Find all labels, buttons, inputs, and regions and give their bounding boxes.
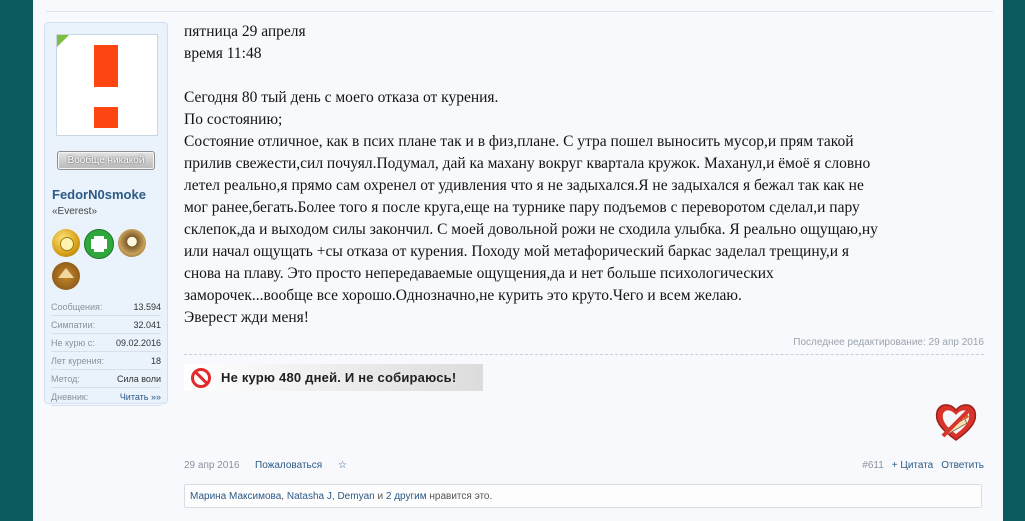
post-date[interactable]: 29 апр 2016 — [184, 460, 239, 471]
username-link[interactable]: FedorN0smoke — [52, 187, 146, 202]
post-line: заморочек...вообще все хорошо.Однозначно… — [184, 287, 742, 304]
avatar-exclamation-dot — [94, 107, 118, 128]
post-line: прилив свежести,сил почуял.Подумал, дай … — [184, 155, 871, 172]
no-smoking-icon — [191, 367, 211, 388]
likes-summary: Марина Максимова, Natasha J, Demyan и 2 … — [184, 484, 982, 508]
stat-value: Сила воли — [116, 373, 161, 384]
star-icon[interactable]: ☆ — [338, 460, 347, 471]
post-container: Вообще никакой FedorN0smoke «Everest» Со… — [33, 0, 1003, 521]
post-line: снова на плаву. Это просто непередаваемы… — [184, 265, 774, 282]
status-button[interactable]: Вообще никакой — [57, 151, 155, 170]
stat-likes: Симпатии: 32.041 — [51, 316, 161, 334]
mountain-badge-icon[interactable] — [52, 262, 80, 290]
post-line: По состоянию; — [184, 111, 283, 128]
stat-value: 13.594 — [133, 301, 161, 312]
likes-and: и — [374, 491, 386, 502]
post-line: время 11:48 — [184, 45, 262, 62]
post-line: мог ранее,бегать.Более того я после круг… — [184, 199, 860, 216]
liker-link[interactable]: Demyan — [337, 491, 374, 502]
stat-messages: Сообщения: 13.594 — [51, 298, 161, 316]
signature-text: Не курю 480 дней. И не собираюсь! — [221, 370, 457, 385]
medical-cross-icon[interactable] — [84, 229, 114, 259]
last-edited: Последнее редактирование: 29 апр 2016 — [793, 337, 984, 348]
stat-label: Метод: — [51, 373, 80, 384]
stat-method: Метод: Сила воли — [51, 370, 161, 388]
post-line: летел реально,я прямо сам охренел от уди… — [184, 177, 864, 194]
stat-years-smoking: Лет курения: 18 — [51, 352, 161, 370]
reply-link[interactable]: Ответить — [941, 460, 984, 471]
user-sidebar: Вообще никакой FedorN0smoke «Everest» Со… — [44, 22, 168, 406]
stat-value: 09.02.2016 — [115, 337, 161, 348]
post-footer: 29 апр 2016 Пожаловаться ☆ #611 + Цитата… — [184, 460, 984, 474]
divider — [46, 11, 993, 12]
post-line: склепок,да и выходом силы закончил. С мо… — [184, 221, 878, 238]
post-body: пятница 29 апреля время 11:48 Сегодня 80… — [184, 21, 984, 329]
avatar-exclamation-bar — [94, 45, 118, 87]
user-title: «Everest» — [52, 206, 98, 217]
signature-divider — [184, 354, 984, 355]
post-line: Эверест жди меня! — [184, 309, 309, 326]
likes-suffix: нравится это. — [426, 491, 493, 502]
post-line: или начал ощущать +сы отказа от курения.… — [184, 243, 850, 260]
no-smoking-heart-icon — [935, 404, 977, 441]
user-stats: Сообщения: 13.594 Симпатии: 32.041 Не ку… — [51, 298, 161, 406]
avatar[interactable] — [56, 34, 158, 136]
online-indicator-icon — [57, 35, 69, 47]
medal-icon[interactable] — [52, 229, 80, 257]
liker-link[interactable]: Natasha J — [287, 491, 332, 502]
trophy-badge-icon[interactable] — [118, 229, 146, 257]
post-line: пятница 29 апреля — [184, 23, 306, 40]
stat-diary: Дневник: Читать »» — [51, 388, 161, 406]
liker-link[interactable]: Марина Максимова — [190, 491, 281, 502]
stat-label: Лет курения: — [51, 355, 105, 366]
post-line-spacer — [184, 65, 984, 87]
stat-label: Сообщения: — [51, 301, 103, 312]
stat-label: Не курю с: — [51, 337, 95, 348]
diary-link[interactable]: Читать »» — [120, 392, 161, 402]
post-actions: #611 + Цитата Ответить — [862, 460, 984, 471]
post-line: Состояние отличное, как в псих плане так… — [184, 133, 854, 150]
stat-label: Симпатии: — [51, 319, 96, 330]
stat-value: 32.041 — [133, 319, 161, 330]
report-link[interactable]: Пожаловаться — [255, 460, 322, 471]
likes-others-link[interactable]: 2 другим — [386, 491, 427, 502]
post-line: Сегодня 80 тый день с моего отказа от ку… — [184, 89, 499, 106]
stat-label: Дневник: — [51, 391, 89, 402]
stat-value: 18 — [150, 355, 161, 366]
stat-smoke-free-since: Не курю с: 09.02.2016 — [51, 334, 161, 352]
signature-banner: Не курю 480 дней. И не собираюсь! — [184, 364, 483, 391]
post-number[interactable]: #611 — [862, 460, 884, 471]
quote-link[interactable]: + Цитата — [892, 460, 933, 471]
